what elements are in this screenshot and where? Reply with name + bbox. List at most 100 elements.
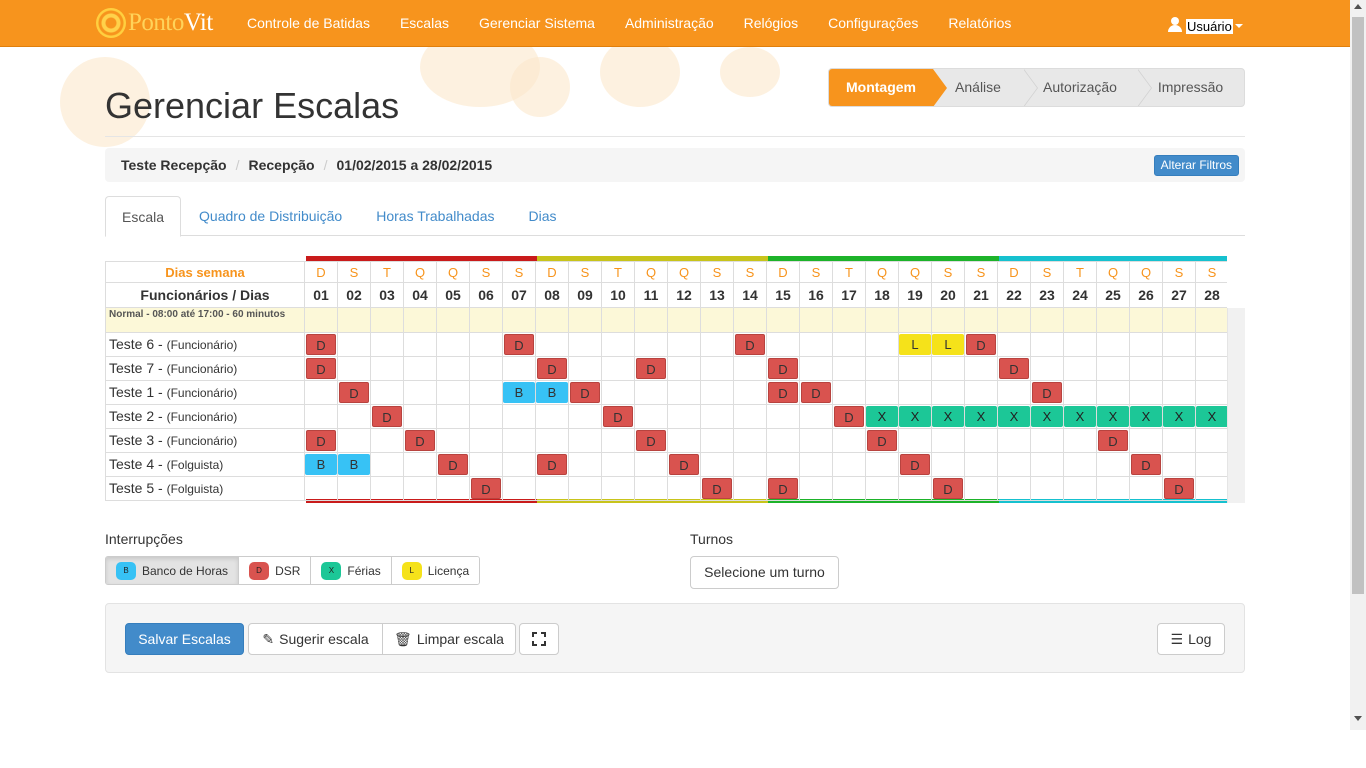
schedule-cell[interactable] — [371, 357, 404, 381]
mark-D[interactable]: D — [471, 478, 501, 499]
schedule-cell[interactable]: X — [1196, 405, 1227, 429]
schedule-cell[interactable]: D — [998, 357, 1031, 381]
schedule-cell[interactable] — [899, 429, 932, 453]
shift-cell[interactable] — [734, 308, 767, 333]
step-impressao[interactable]: Impressão — [1137, 69, 1244, 106]
schedule-cell[interactable] — [305, 381, 338, 405]
schedule-cell[interactable] — [767, 333, 800, 357]
schedule-cell[interactable]: B — [503, 381, 536, 405]
schedule-cell[interactable] — [998, 429, 1031, 453]
schedule-cell[interactable] — [998, 381, 1031, 405]
schedule-cell[interactable] — [470, 453, 503, 477]
nav-relogios[interactable]: Relógios — [729, 0, 813, 47]
schedule-cell[interactable]: D — [305, 333, 338, 357]
shift-cell[interactable] — [899, 308, 932, 333]
nav-escalas[interactable]: Escalas — [385, 0, 464, 47]
schedule-cell[interactable]: D — [734, 333, 767, 357]
mark-X[interactable]: X — [1064, 406, 1096, 427]
schedule-cell[interactable] — [635, 453, 668, 477]
schedule-cell[interactable]: D — [635, 357, 668, 381]
schedule-cell[interactable] — [1163, 381, 1196, 405]
schedule-cell[interactable]: B — [338, 453, 371, 477]
schedule-cell[interactable] — [800, 405, 833, 429]
schedule-cell[interactable]: L — [899, 333, 932, 357]
schedule-cell[interactable] — [701, 453, 734, 477]
mark-D[interactable]: D — [768, 382, 798, 403]
shift-cell[interactable] — [701, 308, 734, 333]
schedule-cell[interactable] — [536, 405, 569, 429]
schedule-cell[interactable] — [569, 357, 602, 381]
schedule-cell[interactable]: D — [536, 453, 569, 477]
schedule-cell[interactable] — [404, 381, 437, 405]
schedule-cell[interactable] — [635, 381, 668, 405]
schedule-cell[interactable]: X — [965, 405, 998, 429]
mark-D[interactable]: D — [603, 406, 633, 427]
shift-cell[interactable] — [371, 308, 404, 333]
mark-X[interactable]: X — [899, 406, 931, 427]
scroll-down-icon[interactable] — [1354, 716, 1362, 721]
schedule-cell[interactable] — [668, 357, 701, 381]
schedule-cell[interactable] — [800, 477, 833, 501]
suggest-schedule-button[interactable]: ✎ Sugerir escala — [248, 623, 383, 655]
schedule-cell[interactable] — [338, 429, 371, 453]
schedule-cell[interactable] — [800, 429, 833, 453]
alterar-filtros-button[interactable]: Alterar Filtros — [1153, 155, 1239, 176]
schedule-cell[interactable] — [998, 453, 1031, 477]
schedule-cell[interactable] — [1064, 333, 1097, 357]
schedule-cell[interactable] — [734, 357, 767, 381]
shift-cell[interactable] — [404, 308, 437, 333]
schedule-cell[interactable] — [1097, 381, 1130, 405]
mark-X[interactable]: X — [1130, 406, 1162, 427]
schedule-cell[interactable]: D — [668, 453, 701, 477]
schedule-cell[interactable] — [1196, 381, 1227, 405]
scroll-up-icon[interactable] — [1354, 4, 1362, 9]
schedule-cell[interactable] — [437, 357, 470, 381]
schedule-cell[interactable]: X — [932, 405, 965, 429]
schedule-cell[interactable] — [404, 477, 437, 501]
schedule-cell[interactable] — [1163, 333, 1196, 357]
user-menu[interactable]: Usuário — [1168, 14, 1243, 34]
schedule-cell[interactable] — [503, 453, 536, 477]
schedule-cell[interactable] — [1130, 429, 1163, 453]
schedule-cell[interactable]: D — [305, 357, 338, 381]
shift-cell[interactable] — [1196, 308, 1227, 333]
legend-banco-de-horas[interactable]: B Banco de Horas — [106, 557, 240, 584]
schedule-cell[interactable] — [932, 429, 965, 453]
mark-D[interactable]: D — [372, 406, 402, 427]
schedule-cell[interactable]: D — [866, 429, 899, 453]
schedule-cell[interactable]: D — [1031, 381, 1064, 405]
schedule-cell[interactable] — [569, 477, 602, 501]
schedule-cell[interactable] — [1064, 453, 1097, 477]
shift-cell[interactable] — [470, 308, 503, 333]
shift-cell[interactable] — [1064, 308, 1097, 333]
schedule-cell[interactable] — [701, 357, 734, 381]
mark-D[interactable]: D — [933, 478, 963, 499]
schedule-cell[interactable] — [404, 453, 437, 477]
mark-D[interactable]: D — [636, 358, 666, 379]
shift-cell[interactable] — [305, 308, 338, 333]
schedule-cell[interactable] — [965, 453, 998, 477]
tab-escala[interactable]: Escala — [105, 196, 182, 237]
mark-X[interactable]: X — [1097, 406, 1129, 427]
schedule-cell[interactable] — [734, 405, 767, 429]
shift-cell[interactable] — [1097, 308, 1130, 333]
schedule-cell[interactable] — [1097, 333, 1130, 357]
shift-cell[interactable] — [998, 308, 1031, 333]
schedule-cell[interactable]: X — [1031, 405, 1064, 429]
schedule-cell[interactable]: D — [635, 429, 668, 453]
schedule-cell[interactable] — [833, 381, 866, 405]
schedule-cell[interactable] — [635, 477, 668, 501]
schedule-cell[interactable] — [965, 477, 998, 501]
mark-D[interactable]: D — [1098, 430, 1128, 451]
schedule-cell[interactable] — [800, 333, 833, 357]
schedule-cell[interactable]: D — [602, 405, 635, 429]
nav-configuracoes[interactable]: Configurações — [813, 0, 933, 47]
schedule-cell[interactable]: X — [1163, 405, 1196, 429]
schedule-cell[interactable]: X — [998, 405, 1031, 429]
schedule-cell[interactable] — [734, 477, 767, 501]
schedule-cell[interactable] — [437, 429, 470, 453]
schedule-cell[interactable] — [1130, 357, 1163, 381]
schedule-cell[interactable]: D — [404, 429, 437, 453]
mark-D[interactable]: D — [768, 478, 798, 499]
schedule-cell[interactable] — [1097, 357, 1130, 381]
